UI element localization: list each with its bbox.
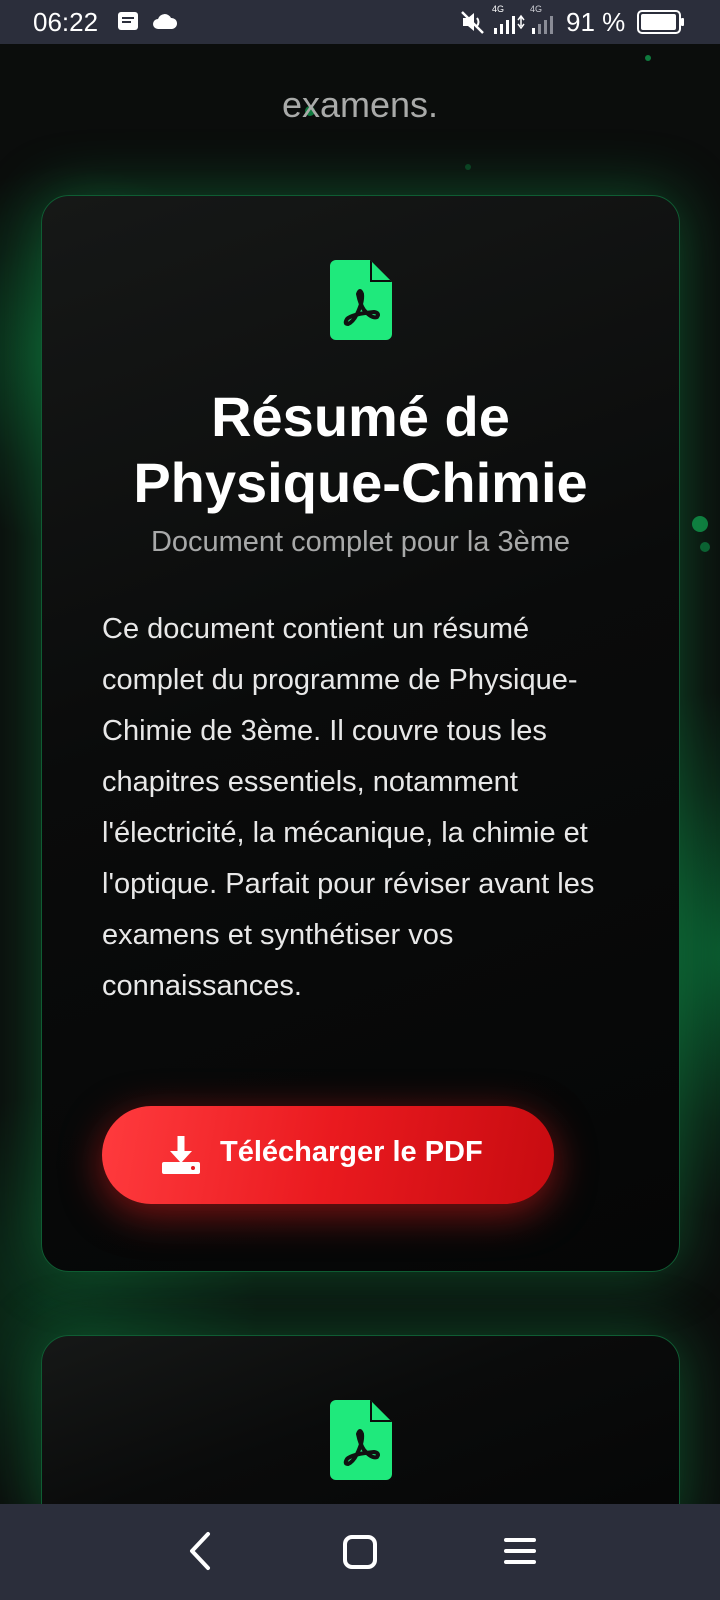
card-title: Résumé de Physique-Chimie — [42, 384, 679, 516]
status-time: 06:22 — [33, 7, 99, 37]
notes-icon — [118, 12, 138, 30]
background-particle — [700, 542, 710, 552]
network-label: 4G — [492, 4, 504, 14]
signal-icon: 4G — [492, 4, 525, 34]
card-subtitle: Document complet pour la 3ème — [150, 526, 571, 558]
network-label: 4G — [530, 4, 542, 14]
back-icon[interactable] — [182, 1530, 218, 1572]
download-button-label: Télécharger le PDF — [220, 1136, 483, 1168]
download-icon — [162, 1136, 200, 1174]
status-bar: 06:22 4G 4G 91 % — [0, 0, 720, 44]
background-particle — [692, 516, 708, 532]
mute-icon — [461, 11, 484, 34]
pdf-file-icon — [329, 260, 392, 340]
background-particle — [645, 55, 651, 61]
card-title-line: Résumé de — [211, 385, 510, 448]
cloud-icon — [153, 14, 178, 29]
background-particle — [465, 164, 471, 170]
document-card: Résumé de Physique-Chimie Document compl… — [41, 195, 680, 1272]
battery-percent: 91 % — [566, 7, 626, 37]
download-pdf-button[interactable]: Télécharger le PDF — [102, 1106, 554, 1204]
card-description: Ce document contient un résumé complet d… — [102, 613, 595, 1002]
home-icon[interactable] — [342, 1534, 378, 1570]
system-nav-bar — [0, 1504, 720, 1600]
pdf-file-icon — [329, 1400, 392, 1480]
previous-section-text: examens. — [281, 84, 439, 125]
battery-icon — [637, 10, 684, 34]
menu-icon[interactable] — [502, 1535, 538, 1567]
card-title-line: Physique-Chimie — [133, 451, 588, 514]
signal-icon: 4G — [530, 4, 553, 34]
